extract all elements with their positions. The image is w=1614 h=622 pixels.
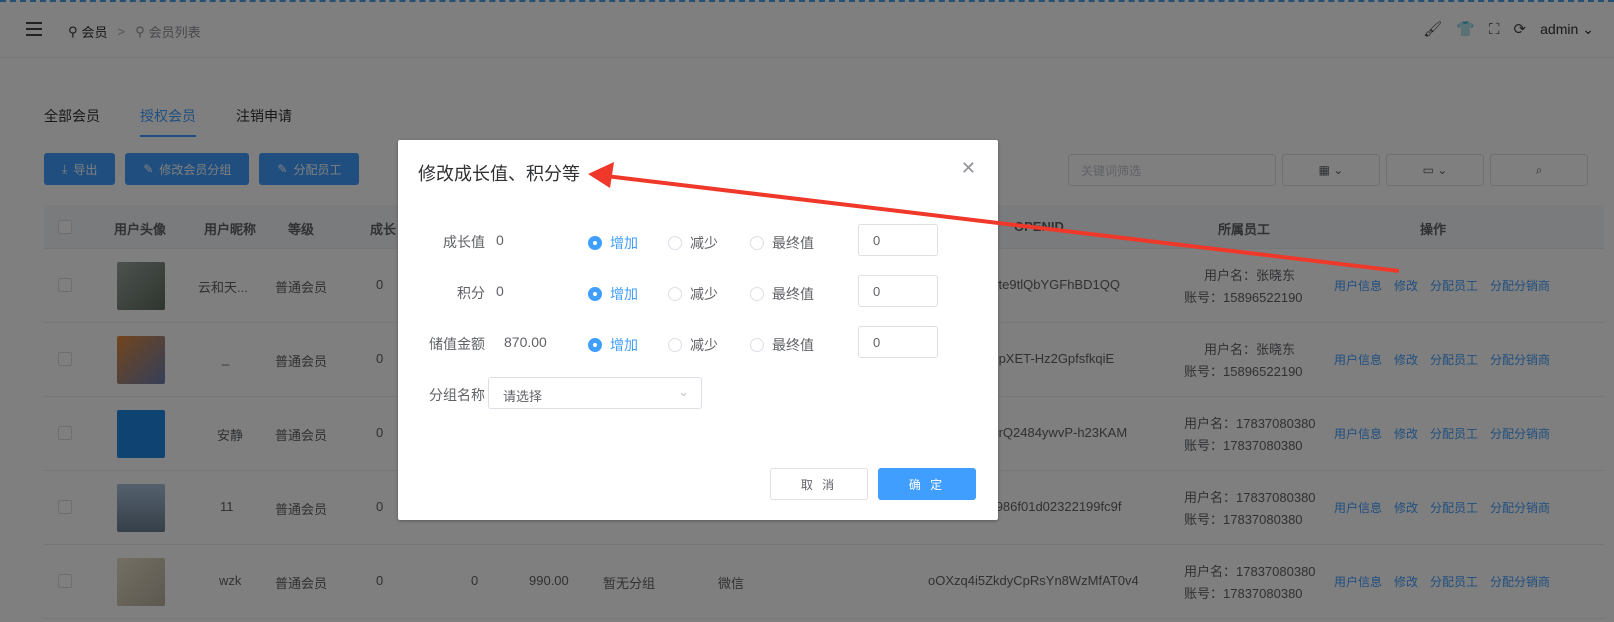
amount-decrease-radio[interactable]: 减少: [668, 335, 718, 355]
growth-label: 成长值: [443, 234, 485, 250]
confirm-button[interactable]: 确 定: [878, 468, 976, 500]
cancel-button[interactable]: 取 消: [770, 468, 868, 500]
points-input[interactable]: 0: [858, 275, 938, 307]
amount-increase-radio[interactable]: 增加: [588, 335, 638, 355]
growth-current-value: 0: [496, 232, 504, 248]
group-select[interactable]: 请选择 ⌄: [488, 377, 702, 409]
points-increase-radio[interactable]: 增加: [588, 284, 638, 304]
growth-row: 成长值 0 增加 减少 最终值 0: [398, 224, 998, 258]
chevron-down-icon: ⌄: [678, 384, 689, 399]
close-icon[interactable]: ✕: [961, 158, 976, 179]
stored-amount-current-value: 870.00: [504, 334, 547, 350]
points-current-value: 0: [496, 283, 504, 299]
growth-increase-radio[interactable]: 增加: [588, 233, 638, 253]
stored-amount-row: 储值金额 870.00 增加 减少 最终值 0: [398, 326, 998, 360]
dialog-title: 修改成长值、积分等: [418, 164, 580, 184]
growth-final-radio[interactable]: 最终值: [750, 233, 814, 253]
points-decrease-radio[interactable]: 减少: [668, 284, 718, 304]
points-row: 积分 0 增加 减少 最终值 0: [398, 275, 998, 309]
points-final-radio[interactable]: 最终值: [750, 284, 814, 304]
stored-amount-label: 储值金额: [429, 336, 485, 352]
edit-growth-points-dialog: 修改成长值、积分等 ✕ 成长值 0 增加 减少 最终值 0 积分 0 增加 减少…: [398, 140, 998, 520]
growth-decrease-radio[interactable]: 减少: [668, 233, 718, 253]
amount-final-radio[interactable]: 最终值: [750, 335, 814, 355]
group-name-label: 分组名称: [429, 387, 485, 403]
growth-input[interactable]: 0: [858, 224, 938, 256]
points-label: 积分: [457, 285, 485, 301]
stored-amount-input[interactable]: 0: [858, 326, 938, 358]
